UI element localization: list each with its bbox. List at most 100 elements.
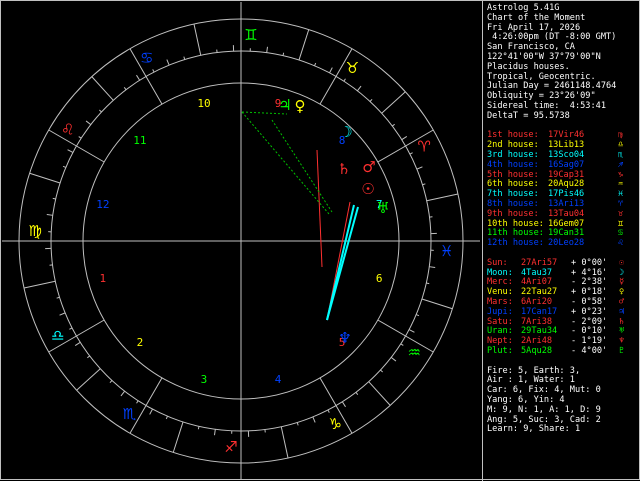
planet-icon: ♂ (362, 158, 375, 176)
planet-icon: ♆ (338, 329, 351, 347)
aspect-line (272, 120, 332, 212)
header-text: Astrolog 5.41G (487, 3, 559, 13)
house-position: 20Leo28 (548, 239, 618, 249)
degree-tick (370, 99, 372, 101)
sign-boundary (24, 281, 55, 288)
info-panel: Astrolog 5.41GChart of the MomentFri Apr… (482, 1, 640, 481)
sign-icon: ♎ (618, 140, 623, 150)
degree-tick (297, 422, 298, 425)
degree-tick (79, 137, 82, 139)
house-cusp-line (49, 130, 104, 162)
house-number: 6 (376, 272, 383, 285)
sign-boundary (427, 194, 458, 201)
degree-tick (416, 315, 419, 316)
summary-text: Learn: 9, Share: 1 (487, 424, 580, 434)
degree-tick (124, 87, 126, 89)
aspect-line (317, 150, 322, 267)
planet-icon: ☽ (339, 123, 352, 141)
house-number: 2 (137, 336, 144, 349)
house-cusp-line (378, 320, 433, 352)
planet-icon: ☿ (619, 277, 624, 287)
house-name: 12th house: (487, 239, 548, 249)
degree-tick (184, 57, 185, 60)
summary-text: Car: 6, Fix: 4, Mut: 0 (487, 385, 601, 395)
house-row: 12th house:20Leo28♌ (487, 239, 623, 249)
planet-icon: ♃ (278, 96, 291, 114)
sign-icon: ♎ (51, 326, 64, 344)
sign-icon: ♉ (618, 209, 623, 219)
degree-tick (267, 47, 268, 53)
degree-tick (401, 344, 404, 346)
house-number: 11 (133, 134, 146, 147)
header-text: Fri April 17, 2026 (487, 23, 580, 33)
planet-icon: ♄ (619, 317, 624, 327)
sign-boundary (194, 24, 201, 55)
degree-tick (137, 401, 139, 404)
sign-icon: ♏ (618, 150, 623, 160)
degree-tick (391, 357, 396, 361)
planet-speed: - 4°00' (571, 347, 619, 357)
degree-tick (99, 110, 101, 112)
degree-tick (87, 356, 89, 358)
degree-tick (60, 313, 66, 315)
house-number: 4 (275, 373, 282, 386)
sign-icon: ♓ (618, 189, 623, 199)
aspect-line (242, 112, 329, 214)
header-text: Sidereal time: 4:53:41 (487, 101, 606, 111)
sign-icon: ♍ (618, 130, 623, 140)
degree-tick (110, 380, 112, 382)
degree-tick (57, 297, 60, 298)
sign-icon: ♑ (329, 415, 342, 433)
degree-tick (47, 215, 53, 216)
degree-tick (166, 416, 167, 419)
degree-tick (167, 60, 169, 66)
sign-boundary (173, 422, 183, 452)
header-text: Chart of the Moment (487, 13, 585, 23)
sign-icon: ♌ (61, 120, 74, 138)
degree-tick (86, 121, 91, 125)
degree-tick (410, 153, 413, 154)
planet-icon: ♅ (376, 199, 389, 217)
header-text: Tropical, Geocentric. (487, 72, 596, 82)
sign-boundary (281, 427, 288, 458)
sign-boundary (299, 30, 309, 60)
planet-icon: ☽ (619, 268, 624, 278)
sign-icon: ♓ (440, 242, 453, 260)
sign-icon: ♋ (140, 49, 153, 67)
degree-tick (402, 136, 407, 139)
house-number: 12 (96, 198, 109, 211)
header-text: Julian Day = 2461148.4764 (487, 81, 616, 91)
planet-icon: ♇ (619, 346, 624, 356)
degree-tick (328, 410, 329, 413)
sign-boundary (30, 173, 60, 183)
sign-icon: ♈ (618, 199, 623, 209)
summary-line: Learn: 9, Share: 1 (487, 425, 580, 435)
summary-text: Air : 1, Water: 1 (487, 375, 575, 385)
sign-boundary (92, 77, 114, 101)
sign-boundary (77, 369, 101, 391)
degree-tick (357, 86, 361, 91)
sign-boundary (422, 299, 452, 309)
sign-icon: ♐ (618, 160, 623, 170)
degree-tick (429, 267, 435, 268)
degree-tick (283, 53, 284, 56)
degree-tick (153, 69, 154, 72)
degree-tick (63, 166, 66, 167)
planet-icon: ♃ (619, 307, 624, 317)
degree-tick (215, 429, 216, 435)
header-text: DeltaT = 95.5738 (487, 111, 570, 121)
sign-boundary (369, 382, 391, 406)
sign-icon: ♑ (618, 170, 623, 180)
summary-text: M: 9, N: 1, A: 1, D: 9 (487, 405, 601, 415)
planet-name: Plut: (487, 347, 521, 357)
sign-icon: ♋ (618, 228, 623, 238)
planet-icon: ♅ (619, 326, 624, 336)
degree-tick (313, 417, 315, 423)
planet-icon: ♂ (619, 297, 624, 307)
planet-position: 5Aqu28 (521, 347, 571, 357)
summary-text: Ang: 5, Suc: 3, Cad: 2 (487, 415, 601, 425)
header-text: Obliquity = 23°26'09" (487, 91, 596, 101)
sign-icon: ♈ (417, 138, 430, 156)
planet-row: Plut:5Aqu28- 4°00'♇ (487, 347, 624, 357)
planet-icon: ♆ (619, 336, 624, 346)
